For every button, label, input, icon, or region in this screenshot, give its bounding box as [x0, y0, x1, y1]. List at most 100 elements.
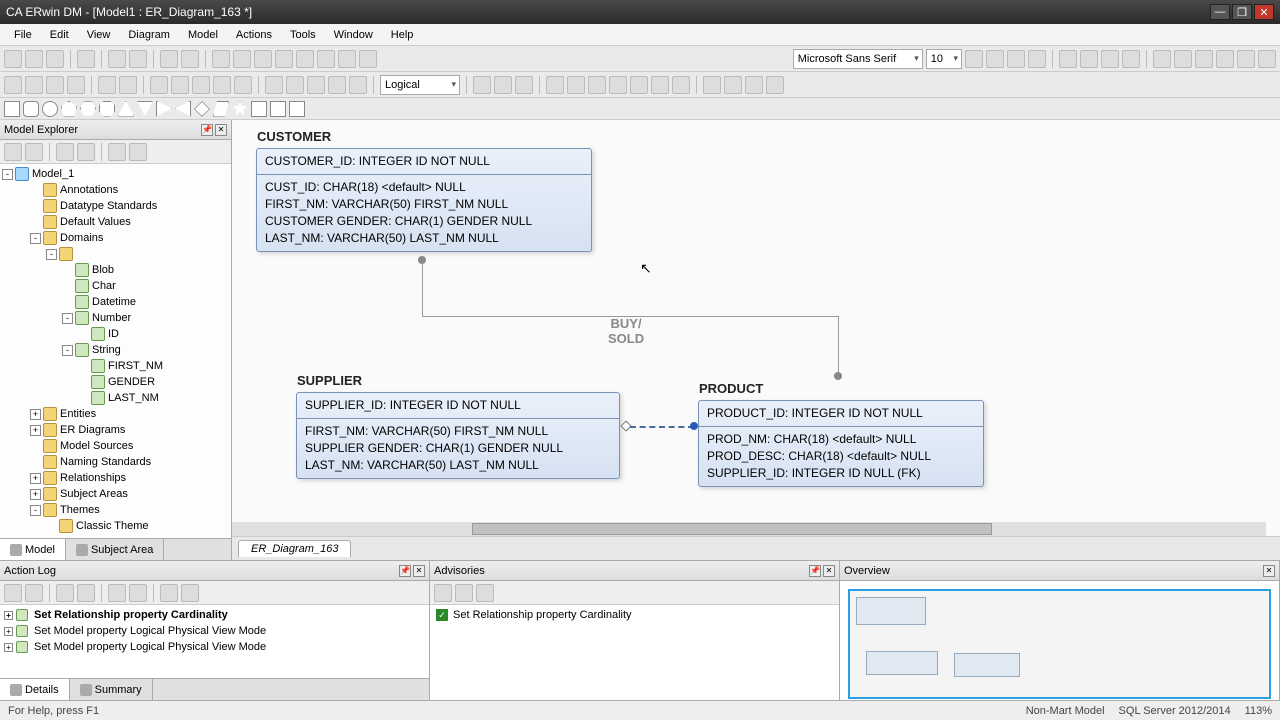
tree-item[interactable]: LAST_NM	[2, 390, 229, 406]
shape-cross[interactable]	[251, 101, 267, 117]
zoom-region-icon[interactable]	[234, 76, 252, 94]
tb2-o[interactable]	[672, 76, 690, 94]
align-bottom-icon[interactable]	[1258, 50, 1276, 68]
al-tb2[interactable]	[25, 584, 43, 602]
tb2-s[interactable]	[766, 76, 784, 94]
shape-pentagon[interactable]	[61, 101, 77, 117]
tb2-c[interactable]	[307, 76, 325, 94]
tab-subject-area[interactable]: Subject Area	[66, 539, 164, 560]
log-line[interactable]: +Set Model property Logical Physical Vie…	[2, 639, 427, 655]
adv-tb1[interactable]	[434, 584, 452, 602]
tb2-i[interactable]	[546, 76, 564, 94]
tree-item[interactable]: Datatype Standards	[2, 198, 229, 214]
align-left-icon[interactable]	[1153, 50, 1171, 68]
close-button[interactable]: ✕	[1254, 4, 1274, 20]
me-tb4[interactable]	[77, 143, 95, 161]
al-tb4[interactable]	[77, 584, 95, 602]
tb2-k[interactable]	[588, 76, 606, 94]
save-icon[interactable]	[46, 50, 64, 68]
tree-item[interactable]: Datetime	[2, 294, 229, 310]
zoom-out-icon[interactable]	[171, 76, 189, 94]
annotation-icon[interactable]	[338, 50, 356, 68]
entity-customer[interactable]: CUSTOMER CUSTOMER_ID: INTEGER ID NOT NUL…	[256, 148, 592, 252]
zoom-fit-icon[interactable]	[192, 76, 210, 94]
tree-item[interactable]: Model Sources	[2, 438, 229, 454]
tree-item[interactable]: -String	[2, 342, 229, 358]
shape-star[interactable]	[232, 101, 248, 117]
tb2-2[interactable]	[25, 76, 43, 94]
view-icon[interactable]	[254, 50, 272, 68]
tree-item[interactable]: Naming Standards	[2, 454, 229, 470]
tree-item[interactable]: FIRST_NM	[2, 358, 229, 374]
me-tb2[interactable]	[25, 143, 43, 161]
log-line[interactable]: +Set Model property Logical Physical Vie…	[2, 623, 427, 639]
me-tb6[interactable]	[129, 143, 147, 161]
tb2-g[interactable]	[494, 76, 512, 94]
new-icon[interactable]	[4, 50, 22, 68]
tb2-4[interactable]	[67, 76, 85, 94]
shape-triangle-left[interactable]	[175, 101, 191, 117]
menu-actions[interactable]: Actions	[228, 27, 280, 43]
shape-roundrect[interactable]	[23, 101, 39, 117]
log-line[interactable]: +Set Relationship property Cardinality	[2, 607, 427, 623]
al-pin-icon[interactable]: 📌	[399, 565, 411, 577]
zoom-normal-icon[interactable]	[213, 76, 231, 94]
minimize-button[interactable]: —	[1210, 4, 1230, 20]
tree-item[interactable]: Classic Theme	[2, 518, 229, 534]
open-icon[interactable]	[25, 50, 43, 68]
font-color-icon[interactable]	[1059, 50, 1077, 68]
tb2-j[interactable]	[567, 76, 585, 94]
h-scroll-thumb[interactable]	[472, 523, 992, 535]
align-center-icon[interactable]	[1174, 50, 1192, 68]
me-tb1[interactable]	[4, 143, 22, 161]
shape-burst[interactable]	[270, 101, 286, 117]
shape-parallelogram[interactable]	[213, 101, 229, 117]
align-middle-icon[interactable]	[1237, 50, 1255, 68]
shape-rect[interactable]	[4, 101, 20, 117]
tb2-r[interactable]	[745, 76, 763, 94]
shape-line[interactable]	[289, 101, 305, 117]
tree-item[interactable]: -	[2, 246, 229, 262]
tree-item[interactable]: -Number	[2, 310, 229, 326]
tb2-3[interactable]	[46, 76, 64, 94]
model-tree[interactable]: - Model_1 AnnotationsDatatype StandardsD…	[0, 164, 231, 538]
me-tb5[interactable]	[108, 143, 126, 161]
tb2-n[interactable]	[651, 76, 669, 94]
menu-edit[interactable]: Edit	[42, 27, 77, 43]
tb2-1[interactable]	[4, 76, 22, 94]
tb2-q[interactable]	[724, 76, 742, 94]
tree-item[interactable]: -Domains	[2, 230, 229, 246]
shape-ellipse[interactable]	[42, 101, 58, 117]
tb2-f[interactable]	[473, 76, 491, 94]
entity-product[interactable]: PRODUCT PRODUCT_ID: INTEGER ID NOT NULL …	[698, 400, 984, 487]
menu-window[interactable]: Window	[326, 27, 381, 43]
align-right-icon[interactable]	[1195, 50, 1213, 68]
shape-octagon[interactable]	[99, 101, 115, 117]
al-tb6[interactable]	[129, 584, 147, 602]
menu-view[interactable]: View	[79, 27, 119, 43]
tb2-m[interactable]	[630, 76, 648, 94]
font-family-combo[interactable]: Microsoft Sans Serif	[793, 49, 923, 69]
shape-diamond[interactable]	[194, 101, 210, 117]
menu-file[interactable]: File	[6, 27, 40, 43]
print-icon[interactable]	[77, 50, 95, 68]
tb2-6[interactable]	[119, 76, 137, 94]
strike-icon[interactable]	[1028, 50, 1046, 68]
tree-item[interactable]: +Subject Areas	[2, 486, 229, 502]
rel-many-icon[interactable]	[317, 50, 335, 68]
adv-tb2[interactable]	[455, 584, 473, 602]
al-close-icon[interactable]: ✕	[413, 565, 425, 577]
al-tb8[interactable]	[181, 584, 199, 602]
al-tb3[interactable]	[56, 584, 74, 602]
undo-icon[interactable]	[160, 50, 178, 68]
tb2-l[interactable]	[609, 76, 627, 94]
al-tb5[interactable]	[108, 584, 126, 602]
al-tb7[interactable]	[160, 584, 178, 602]
maximize-button[interactable]: ❐	[1232, 4, 1252, 20]
panel-pin-icon[interactable]: 📌	[201, 124, 213, 136]
diagram-tab[interactable]: ER_Diagram_163	[238, 540, 351, 557]
align-top-icon[interactable]	[1216, 50, 1234, 68]
tb2-a[interactable]	[265, 76, 283, 94]
shape-triangle-right[interactable]	[156, 101, 172, 117]
menu-diagram[interactable]: Diagram	[120, 27, 178, 43]
